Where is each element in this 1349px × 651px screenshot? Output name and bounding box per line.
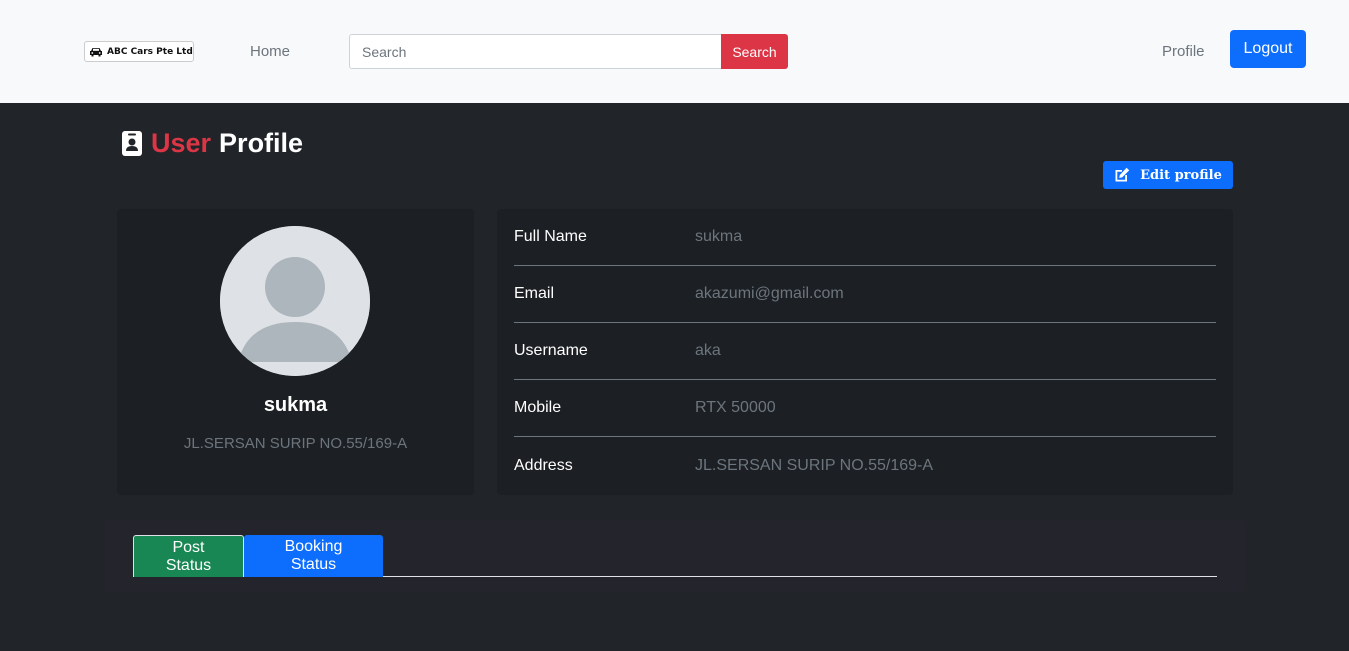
navbar: ABC Cars Pte Ltd Home Search Profile Log… (0, 0, 1349, 103)
detail-row-username: Username aka (514, 323, 1216, 380)
nav-home-link[interactable]: Home (250, 43, 290, 60)
id-badge-icon (122, 131, 142, 156)
detail-label: Mobile (514, 399, 562, 416)
logout-button[interactable]: Logout (1230, 30, 1306, 68)
detail-value: aka (695, 342, 721, 359)
detail-label: Username (514, 342, 588, 359)
page-title: User Profile (122, 128, 303, 159)
edit-profile-label: Edit profile (1140, 167, 1222, 183)
title-rest: Profile (219, 128, 304, 158)
user-avatar-icon (220, 226, 370, 376)
tab-booking-status[interactable]: Booking Status (244, 535, 383, 577)
detail-row-full-name: Full Name sukma (514, 209, 1216, 266)
detail-value: sukma (695, 228, 743, 245)
status-tabs-panel: Post Status Booking Status (105, 519, 1245, 592)
edit-icon (1115, 167, 1130, 182)
detail-value: JL.SERSAN SURIP NO.55/169-A (695, 456, 934, 474)
tab-post-status[interactable]: Post Status (133, 535, 244, 577)
detail-value: akazumi@gmail.com (695, 285, 844, 302)
profile-address: JL.SERSAN SURIP NO.55/169-A (183, 435, 408, 452)
brand-logo[interactable]: ABC Cars Pte Ltd (84, 41, 194, 62)
title-accent: User (151, 128, 212, 158)
detail-value: RTX 50000 (695, 399, 776, 416)
edit-profile-button[interactable]: Edit profile (1103, 161, 1233, 189)
profile-card: sukma JL.SERSAN SURIP NO.55/169-A (117, 209, 474, 495)
brand-label: ABC Cars Pte Ltd (107, 46, 193, 57)
car-icon (90, 47, 102, 56)
detail-row-address: Address JL.SERSAN SURIP NO.55/169-A (514, 437, 1216, 494)
search-input[interactable] (349, 34, 722, 69)
detail-row-email: Email akazumi@gmail.com (514, 266, 1216, 323)
avatar (220, 226, 370, 376)
nav-profile-link[interactable]: Profile (1162, 43, 1205, 60)
detail-label: Email (514, 285, 555, 302)
profile-name: sukma (263, 394, 328, 416)
detail-row-mobile: Mobile RTX 50000 (514, 380, 1216, 437)
profile-details-card: Full Name sukma Email akazumi@gmail.com … (497, 209, 1233, 495)
detail-label: Address (514, 456, 573, 474)
detail-label: Full Name (514, 228, 587, 245)
search-button[interactable]: Search (721, 34, 788, 69)
